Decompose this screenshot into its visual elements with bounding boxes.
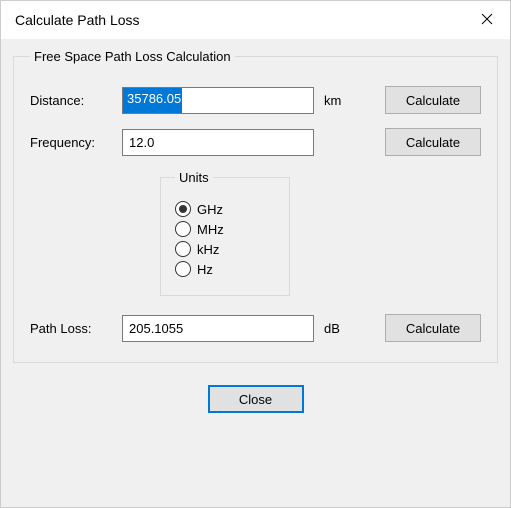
frequency-label: Frequency: xyxy=(30,135,112,150)
calculate-frequency-button[interactable]: Calculate xyxy=(385,128,481,156)
path-loss-group: Free Space Path Loss Calculation Distanc… xyxy=(13,49,498,363)
pathloss-row: Path Loss: dB Calculate xyxy=(30,314,481,342)
footer: Close xyxy=(13,385,498,413)
distance-input-wrap: 35786.05 xyxy=(122,87,314,114)
radio-icon xyxy=(175,201,191,217)
radio-icon xyxy=(175,241,191,257)
unit-option-khz[interactable]: kHz xyxy=(175,241,275,257)
title-bar: Calculate Path Loss xyxy=(1,1,510,39)
pathloss-unit: dB xyxy=(324,321,354,336)
radio-icon xyxy=(175,261,191,277)
radio-icon xyxy=(175,221,191,237)
window-close-button[interactable] xyxy=(464,1,510,39)
calculate-distance-button[interactable]: Calculate xyxy=(385,86,481,114)
units-group: Units GHz MHz kHz Hz xyxy=(160,170,290,296)
close-icon xyxy=(481,13,493,28)
unit-option-mhz[interactable]: MHz xyxy=(175,221,275,237)
distance-input[interactable] xyxy=(122,87,314,114)
frequency-row: Frequency: Calculate xyxy=(30,128,481,156)
unit-option-ghz[interactable]: GHz xyxy=(175,201,275,217)
frequency-input[interactable] xyxy=(122,129,314,156)
unit-label-mhz: MHz xyxy=(197,222,224,237)
distance-unit: km xyxy=(324,93,354,108)
window-title: Calculate Path Loss xyxy=(15,12,140,28)
distance-row: Distance: 35786.05 km Calculate xyxy=(30,86,481,114)
unit-label-ghz: GHz xyxy=(197,202,223,217)
units-legend: Units xyxy=(175,170,213,185)
group-legend: Free Space Path Loss Calculation xyxy=(30,49,235,64)
client-area: Free Space Path Loss Calculation Distanc… xyxy=(1,39,510,507)
unit-label-khz: kHz xyxy=(197,242,219,257)
unit-option-hz[interactable]: Hz xyxy=(175,261,275,277)
pathloss-label: Path Loss: xyxy=(30,321,112,336)
close-button[interactable]: Close xyxy=(208,385,304,413)
distance-label: Distance: xyxy=(30,93,112,108)
unit-label-hz: Hz xyxy=(197,262,213,277)
pathloss-input[interactable] xyxy=(122,315,314,342)
calculate-pathloss-button[interactable]: Calculate xyxy=(385,314,481,342)
